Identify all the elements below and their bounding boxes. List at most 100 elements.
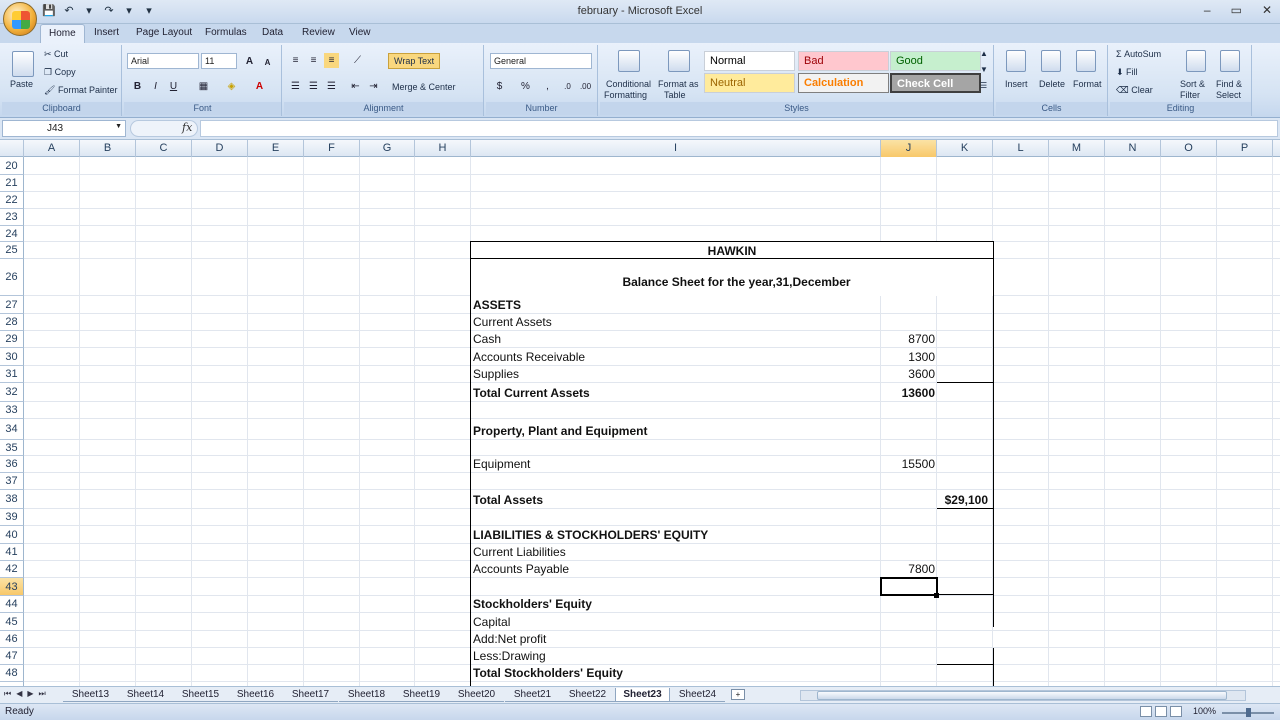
line-label[interactable]: Supplies [473, 367, 519, 381]
format-painter-button[interactable]: 🖌 Format Painter [44, 85, 117, 96]
sheet-tab-sheet13[interactable]: Sheet13 [63, 688, 118, 702]
row-header-29[interactable]: 29 [0, 331, 24, 348]
cell-style-neutral[interactable]: Neutral [704, 73, 795, 93]
format-cells-icon[interactable] [1076, 50, 1096, 72]
active-cell-selection[interactable] [880, 577, 938, 596]
amount-j[interactable]: 1300 [881, 350, 937, 364]
align-right-icon[interactable]: ☰ [324, 79, 339, 94]
office-button[interactable] [3, 2, 37, 36]
delete-cells-button[interactable]: Delete [1039, 79, 1065, 89]
worksheet-grid[interactable]: ABCDEFGHIJKLMNOP 20 21 22 23 24 25 26 27 28 29 30 3… [0, 140, 1280, 686]
cut-button[interactable]: ✂ Cut [44, 49, 68, 60]
normal-view-icon[interactable] [1140, 706, 1152, 717]
cell-style-good[interactable]: Good [890, 51, 981, 71]
column-header-p[interactable]: P [1217, 140, 1273, 157]
line-label[interactable]: Add:Net profit [473, 632, 546, 646]
column-header-a[interactable]: A [24, 140, 80, 157]
tab-view[interactable]: View [349, 27, 371, 38]
sheet-tab-sheet20[interactable]: Sheet20 [449, 688, 504, 702]
row-header-31[interactable]: 31 [0, 366, 24, 383]
tab-insert[interactable]: Insert [94, 27, 119, 38]
tab-page-layout[interactable]: Page Layout [136, 27, 192, 38]
clear-button[interactable]: ⌫ Clear [1116, 85, 1153, 96]
minimize-button[interactable]: – [1204, 3, 1211, 17]
column-header-e[interactable]: E [248, 140, 304, 157]
sort-filter-icon[interactable] [1186, 50, 1206, 72]
line-label[interactable]: ASSETS [473, 298, 521, 312]
row-header-47[interactable]: 47 [0, 648, 24, 665]
page-layout-view-icon[interactable] [1155, 706, 1167, 717]
fill-button[interactable]: ⬇ Fill [1116, 67, 1138, 78]
row-header-36[interactable]: 36 [0, 456, 24, 473]
row-header-30[interactable]: 30 [0, 348, 24, 366]
row-header-28[interactable]: 28 [0, 314, 24, 331]
prev-sheet-icon[interactable]: ◀ [16, 689, 22, 699]
font-size-select[interactable]: 11 [201, 53, 237, 69]
underline-button[interactable]: U [166, 79, 181, 94]
first-sheet-icon[interactable]: ⏮ [4, 689, 11, 699]
row-header-24[interactable]: 24 [0, 226, 24, 242]
column-header-h[interactable]: H [415, 140, 471, 157]
line-label[interactable]: Accounts Payable [473, 562, 569, 576]
fill-color-icon[interactable]: ◈ [224, 79, 239, 94]
align-middle-icon[interactable]: ≡ [306, 53, 321, 68]
conditional-formatting-button[interactable]: Conditional [606, 79, 651, 89]
row-header-46[interactable]: 46 [0, 631, 24, 648]
row-header-38[interactable]: 38 [0, 490, 24, 509]
column-header-d[interactable]: D [192, 140, 248, 157]
decrease-indent-icon[interactable]: ⇤ [348, 79, 363, 94]
sheet-tab-sheet22[interactable]: Sheet22 [560, 688, 615, 702]
zoom-level[interactable]: 100% [1193, 706, 1216, 716]
row-header-21[interactable]: 21 [0, 175, 24, 192]
cell-style-check-cell[interactable]: Check Cell [890, 73, 981, 93]
sheet-tab-sheet23[interactable]: Sheet23 [615, 688, 670, 702]
tab-home[interactable]: Home [40, 24, 85, 43]
company-name[interactable]: HAWKIN [471, 244, 993, 258]
cell-style-normal[interactable]: Normal [704, 51, 795, 71]
wrap-text-button[interactable]: Wrap Text [388, 53, 441, 69]
bold-button[interactable]: B [130, 79, 145, 94]
cell-style-bad[interactable]: Bad [798, 51, 889, 71]
line-label[interactable]: Total Current Assets [473, 386, 590, 400]
column-header-j[interactable]: J [881, 140, 937, 157]
styles-more-icon[interactable]: ☰ [980, 81, 987, 90]
row-header-40[interactable]: 40 [0, 526, 24, 544]
sort-filter-button[interactable]: Sort & [1180, 79, 1205, 89]
balance-sheet-title[interactable]: Balance Sheet for the year,31,December [471, 275, 1002, 289]
format-as-table-button[interactable]: Format as [658, 79, 699, 89]
amount-k[interactable]: $29,100 [937, 493, 990, 507]
tab-review[interactable]: Review [302, 27, 335, 38]
fill-handle[interactable] [934, 593, 939, 598]
line-label[interactable]: Total Assets [473, 493, 543, 507]
increase-indent-icon[interactable]: ⇥ [366, 79, 381, 94]
line-label[interactable]: Cash [473, 332, 501, 346]
scroll-thumb[interactable] [817, 691, 1227, 700]
sheet-tab-sheet17[interactable]: Sheet17 [283, 688, 338, 702]
styles-scroll-up-icon[interactable]: ▲ [980, 49, 988, 58]
column-header-k[interactable]: K [937, 140, 993, 157]
sheet-tab-sheet18[interactable]: Sheet18 [339, 688, 394, 702]
row-header-37[interactable]: 37 [0, 473, 24, 490]
amount-j[interactable]: 15500 [881, 457, 937, 471]
italic-button[interactable]: I [148, 79, 163, 94]
shrink-font-button[interactable]: A [260, 55, 275, 70]
line-label[interactable]: Current Liabilities [473, 545, 566, 559]
tab-formulas[interactable]: Formulas [205, 27, 247, 38]
row-header-42[interactable]: 42 [0, 561, 24, 578]
line-label[interactable]: Accounts Receivable [473, 350, 585, 364]
column-header-f[interactable]: F [304, 140, 360, 157]
line-label[interactable]: Equipment [473, 457, 530, 471]
row-header-43[interactable]: 43 [0, 578, 24, 596]
row-header-27[interactable]: 27 [0, 296, 24, 314]
copy-button[interactable]: ❐ Copy [44, 67, 76, 78]
row-header-20[interactable]: 20 [0, 157, 24, 175]
insert-cells-icon[interactable] [1006, 50, 1026, 72]
zoom-slider-knob[interactable] [1246, 708, 1251, 717]
insert-cells-button[interactable]: Insert [1005, 79, 1028, 89]
row-header-48[interactable]: 48 [0, 665, 24, 682]
row-header-33[interactable]: 33 [0, 402, 24, 419]
autosum-button[interactable]: Σ AutoSum [1116, 49, 1161, 59]
find-select-icon[interactable] [1220, 50, 1240, 72]
column-header-b[interactable]: B [80, 140, 136, 157]
line-label[interactable]: Capital [473, 615, 510, 629]
